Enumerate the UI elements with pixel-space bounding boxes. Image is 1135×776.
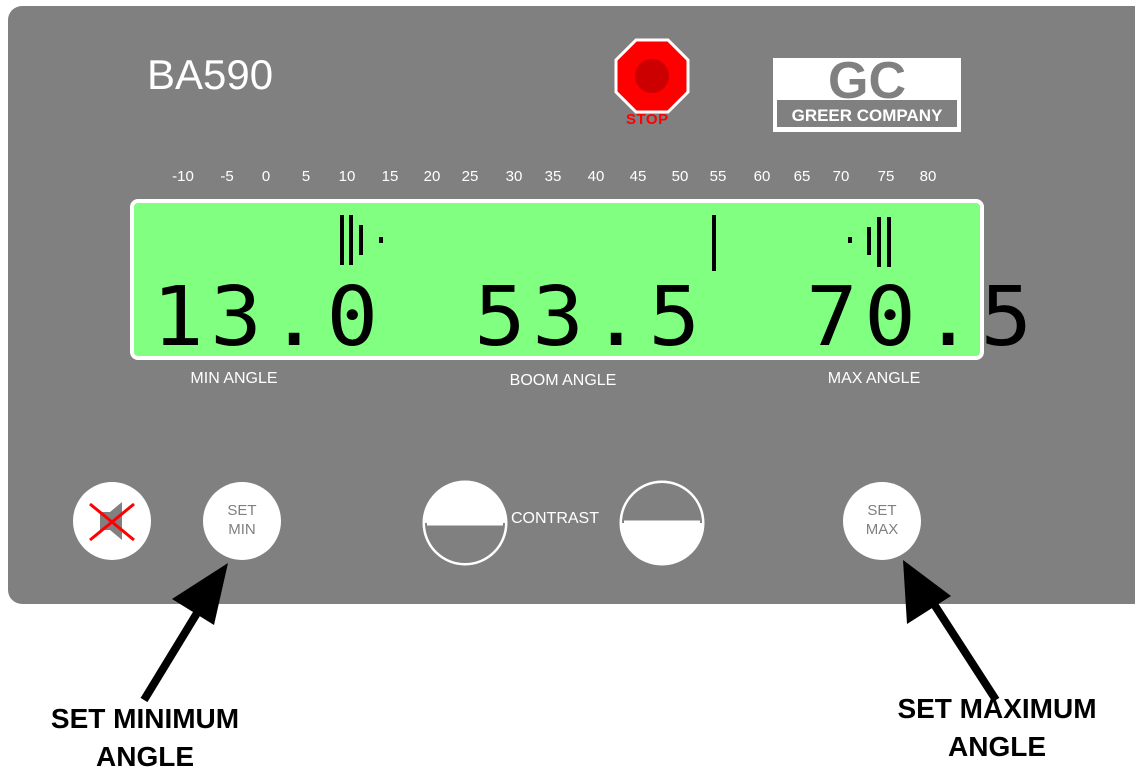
set-min-arrow-head (172, 563, 228, 625)
set-min-callout: SET MINIMUM ANGLE (10, 700, 280, 776)
set-max-callout-line2: ANGLE (948, 731, 1046, 762)
set-max-callout-line1: SET MAXIMUM (897, 693, 1097, 724)
set-min-callout-line1: SET MINIMUM (50, 703, 240, 734)
set-min-callout-line2: ANGLE (96, 741, 194, 772)
callout-arrows (140, 560, 1000, 703)
set-min-arrow-shaft (140, 597, 209, 703)
set-max-callout: SET MAXIMUM ANGLE (862, 690, 1132, 766)
set-max-arrow-shaft (926, 595, 1000, 703)
